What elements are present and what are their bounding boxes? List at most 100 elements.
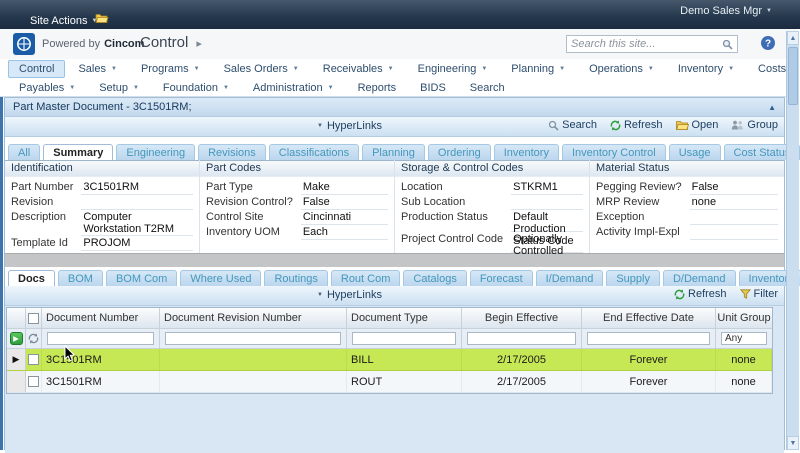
field-value-project-control-code[interactable]: Optionally Controlled <box>511 232 583 254</box>
tab-inventory[interactable]: Inventory <box>494 144 559 160</box>
field-value-revision[interactable] <box>81 195 193 210</box>
column-header-document-revision-number[interactable]: Document Revision Number <box>160 308 347 328</box>
field-value-exception[interactable] <box>690 210 778 225</box>
collapse-panel-icon[interactable]: ▲ <box>768 103 776 112</box>
reload-icon[interactable] <box>26 329 42 348</box>
scrollbar-thumb[interactable] <box>788 47 798 105</box>
tab-catalogs[interactable]: Catalogs <box>403 270 466 286</box>
vertical-scrollbar[interactable]: ▲ ▼ <box>786 31 799 450</box>
field-value-template-id[interactable]: PROJOM <box>81 236 193 251</box>
field-value-sub-location[interactable] <box>511 195 583 210</box>
svg-text:?: ? <box>765 39 771 50</box>
menu-item-setup[interactable]: Setup▼ <box>88 79 150 97</box>
tab-revisions[interactable]: Revisions <box>198 144 266 160</box>
column-header-unit-group[interactable]: Unit Group <box>716 308 772 328</box>
scroll-up-arrow-icon[interactable]: ▲ <box>787 31 799 45</box>
filter-select-unit-group[interactable]: Any <box>721 332 767 345</box>
tab-rout-com[interactable]: Rout Com <box>331 270 401 286</box>
group-button[interactable]: Group <box>731 119 778 131</box>
menu-item-foundation[interactable]: Foundation▼ <box>152 79 240 97</box>
tab-docs[interactable]: Docs <box>8 270 55 286</box>
panel-part-codes: Part CodesPart TypeMakeRevision Control?… <box>200 160 395 253</box>
menu-item-bids[interactable]: BIDS <box>409 79 457 97</box>
select-all-checkbox[interactable] <box>28 313 39 324</box>
column-header-document-number[interactable]: Document Number <box>42 308 160 328</box>
menu-item-receivables[interactable]: Receivables▼ <box>312 60 405 78</box>
panel-title: Material Status <box>590 160 784 177</box>
tab-bom[interactable]: BOM <box>58 270 103 286</box>
tab-routings[interactable]: Routings <box>264 270 327 286</box>
site-actions-menu[interactable]: Site Actions▼ <box>30 15 97 27</box>
folder-icon[interactable] <box>95 13 109 24</box>
documents-grid-area: Document NumberDocument Revision NumberD… <box>5 306 784 453</box>
field-value-pegging-review[interactable]: False <box>690 180 778 195</box>
row-checkbox[interactable] <box>28 354 39 365</box>
tab-where-used[interactable]: Where Used <box>180 270 261 286</box>
menu-item-payables[interactable]: Payables▼ <box>8 79 86 97</box>
menu-item-programs[interactable]: Programs▼ <box>130 60 211 78</box>
tab-summary[interactable]: Summary <box>43 144 113 160</box>
field-value-part-number[interactable]: 3C1501RM <box>81 180 193 195</box>
field-value-control-site[interactable]: Cincinnati <box>301 210 388 225</box>
tab-inventory-control[interactable]: Inventory Control <box>562 144 666 160</box>
open-button[interactable]: Open <box>676 119 719 131</box>
filter-input-document-revision-number[interactable] <box>165 332 341 345</box>
menu-item-sales-orders[interactable]: Sales Orders▼ <box>213 60 310 78</box>
tab-all[interactable]: All <box>8 144 40 160</box>
table-row[interactable]: ▶3C1501RMBILL2/17/2005Forevernone <box>7 349 772 371</box>
filter-input-end-effective-date[interactable] <box>587 332 710 345</box>
cell-document-number: 3C1501RM <box>42 349 160 370</box>
field-value-revision-control[interactable]: False <box>301 195 388 210</box>
tab-supply[interactable]: Supply <box>606 270 660 286</box>
apply-filter-button[interactable] <box>10 332 23 345</box>
row-checkbox[interactable] <box>28 376 39 387</box>
menu-item-inventory[interactable]: Inventory▼ <box>667 60 745 78</box>
search-button[interactable]: Search <box>548 119 597 131</box>
refresh-button[interactable]: Refresh <box>674 288 727 300</box>
tab-i-demand[interactable]: I/Demand <box>536 270 604 286</box>
tab-ordering[interactable]: Ordering <box>428 144 491 160</box>
chevron-down-icon: ▼ <box>481 66 487 72</box>
tab-engineering[interactable]: Engineering <box>116 144 195 160</box>
field-value-part-type[interactable]: Make <box>301 180 388 195</box>
menu-item-reports[interactable]: Reports <box>347 79 408 97</box>
filter-input-document-number[interactable] <box>47 332 154 345</box>
search-icon[interactable] <box>722 39 737 50</box>
hyperlinks-menu-2[interactable]: ▼HyperLinks <box>317 289 382 301</box>
menu-item-search[interactable]: Search <box>459 79 516 97</box>
refresh-button[interactable]: Refresh <box>610 119 663 131</box>
tab-d-demand[interactable]: D/Demand <box>663 270 736 286</box>
table-row[interactable]: 3C1501RMROUT2/17/2005Forevernone <box>7 371 772 393</box>
tab-bom-com[interactable]: BOM Com <box>106 270 177 286</box>
menu-item-engineering[interactable]: Engineering▼ <box>407 60 499 78</box>
document-title-bar: Part Master Document - 3C1501RM; ▲ <box>5 98 784 117</box>
cell-document-type: BILL <box>347 349 462 370</box>
help-icon[interactable]: ? <box>760 35 776 51</box>
field-value-mrp-review[interactable]: none <box>690 195 778 210</box>
search-input[interactable] <box>567 38 722 50</box>
hyperlinks-menu[interactable]: ▼HyperLinks <box>317 120 382 132</box>
menu-item-control[interactable]: Control <box>8 60 65 78</box>
tab-forecast[interactable]: Forecast <box>470 270 533 286</box>
filter-input-begin-effective[interactable] <box>467 332 576 345</box>
field-value-description[interactable]: Computer Workstation T2RM <box>81 210 193 236</box>
menu-item-administration[interactable]: Administration▼ <box>242 79 345 97</box>
menu-item-operations[interactable]: Operations▼ <box>578 60 665 78</box>
field-value-inventory-uom[interactable]: Each <box>301 225 388 240</box>
filter-button[interactable]: Filter <box>740 288 778 300</box>
filter-input-document-type[interactable] <box>352 332 456 345</box>
tab-planning[interactable]: Planning <box>362 144 425 160</box>
scroll-down-arrow-icon[interactable]: ▼ <box>787 436 799 450</box>
menu-item-sales[interactable]: Sales▼ <box>67 60 127 78</box>
tab-usage[interactable]: Usage <box>669 144 721 160</box>
column-header-begin-effective[interactable]: Begin Effective <box>462 308 582 328</box>
menu-item-planning[interactable]: Planning▼ <box>500 60 576 78</box>
column-header-end-effective-date[interactable]: End Effective Date <box>582 308 716 328</box>
tab-classifications[interactable]: Classifications <box>269 144 359 160</box>
user-menu[interactable]: Demo Sales Mgr▼ <box>680 5 772 17</box>
field-value-production-status[interactable]: Default Production Status Code <box>511 210 583 232</box>
field-value-activity-impl-expl[interactable] <box>690 225 778 240</box>
field-value-location[interactable]: STKRM1 <box>511 180 583 195</box>
column-header-document-type[interactable]: Document Type <box>347 308 462 328</box>
header-indicator-cell <box>7 308 26 328</box>
